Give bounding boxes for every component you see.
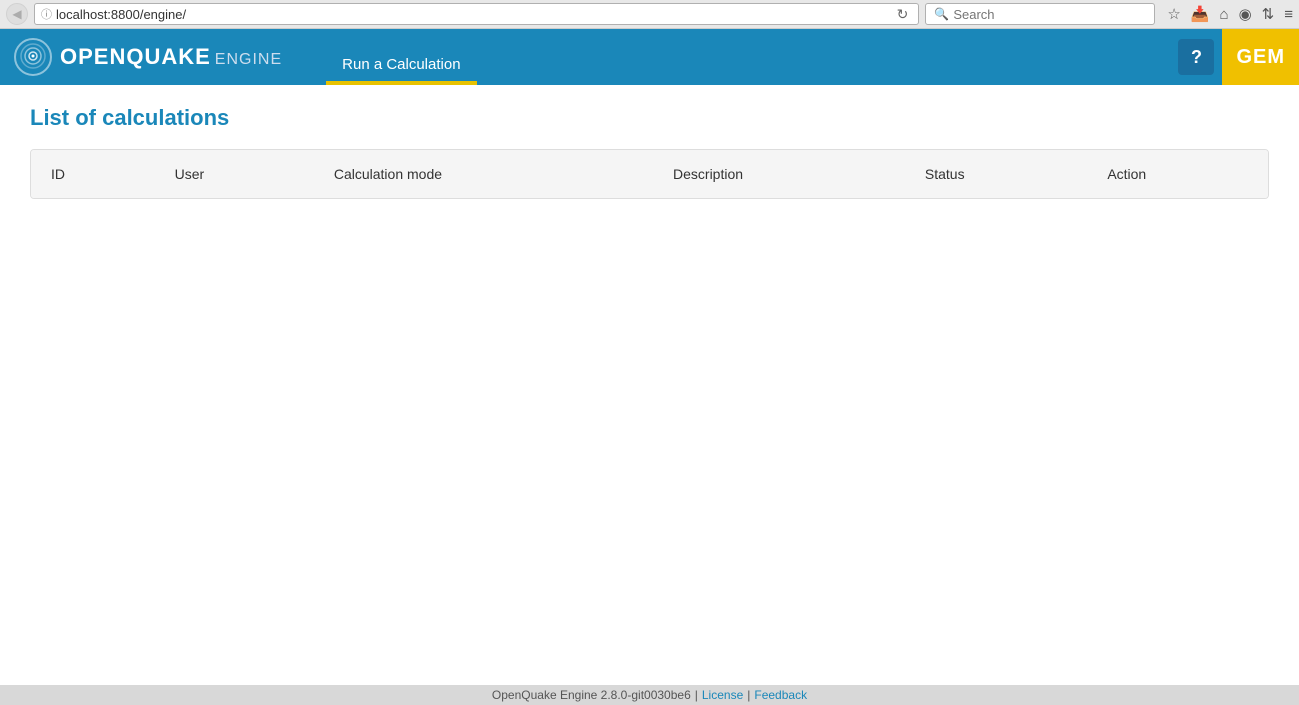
gem-logo: GEM (1222, 29, 1299, 85)
col-action: Action (1087, 150, 1268, 198)
page-title: List of calculations (30, 105, 1269, 131)
calculations-table-wrap: ID User Calculation mode Description Sta… (30, 149, 1269, 199)
seismic-circle (14, 38, 52, 76)
col-user: User (155, 150, 314, 198)
pocket-icon[interactable]: ◉ (1239, 5, 1252, 23)
col-calc-mode: Calculation mode (314, 150, 653, 198)
calculations-table: ID User Calculation mode Description Sta… (31, 150, 1268, 198)
search-icon: 🔍 (934, 7, 949, 21)
table-header-row: ID User Calculation mode Description Sta… (31, 150, 1268, 198)
seismic-waves (18, 41, 48, 74)
toolbar-icons: ☆ 📥 ⌂ ◉ ⇅ ≡ (1161, 5, 1293, 23)
sync-icon[interactable]: ⇅ (1262, 5, 1275, 23)
table-header: ID User Calculation mode Description Sta… (31, 150, 1268, 198)
feedback-link[interactable]: Feedback (754, 688, 807, 702)
license-link[interactable]: License (702, 688, 743, 702)
col-id: ID (31, 150, 155, 198)
footer-separator-2: | (747, 688, 750, 702)
col-description: Description (653, 150, 905, 198)
refresh-button[interactable]: ↻ (893, 6, 913, 23)
search-input[interactable] (953, 7, 1146, 22)
footer-separator-1: | (695, 688, 698, 702)
home-icon[interactable]: ⌂ (1220, 6, 1229, 23)
secure-icon: ⓘ (41, 6, 52, 22)
app-logo: OPENQUAKEENGINE (0, 29, 296, 85)
app-header-right: ? GEM (1178, 29, 1299, 85)
downloads-icon[interactable]: 📥 (1191, 5, 1210, 23)
app-header: OPENQUAKEENGINE Run a Calculation ? GEM (0, 29, 1299, 85)
search-bar-wrap: 🔍 (925, 3, 1155, 25)
browser-chrome: ◀ ⓘ ↻ 🔍 ☆ 📥 ⌂ ◉ ⇅ ≡ (0, 0, 1299, 29)
address-bar-wrap: ⓘ ↻ (34, 3, 919, 25)
app-nav: Run a Calculation (326, 29, 476, 85)
nav-tab-run-calculation[interactable]: Run a Calculation (326, 46, 476, 85)
app-title: OPENQUAKEENGINE (60, 44, 282, 70)
col-status: Status (905, 150, 1087, 198)
help-button[interactable]: ? (1178, 39, 1214, 75)
footer-text: OpenQuake Engine 2.8.0-git0030be6 (492, 688, 691, 702)
browser-toolbar: ◀ ⓘ ↻ 🔍 ☆ 📥 ⌂ ◉ ⇅ ≡ (0, 0, 1299, 28)
page-content: List of calculations ID User Calculation… (0, 85, 1299, 219)
seismic-logo (14, 38, 52, 76)
app-name-text: OPENQUAKE (60, 44, 211, 69)
app-footer: OpenQuake Engine 2.8.0-git0030be6 | Lice… (0, 685, 1299, 705)
app-subtitle-text: ENGINE (215, 51, 282, 68)
back-button[interactable]: ◀ (6, 3, 28, 25)
bookmark-icon[interactable]: ☆ (1167, 5, 1180, 23)
address-input[interactable] (56, 7, 889, 22)
menu-icon[interactable]: ≡ (1284, 6, 1293, 23)
